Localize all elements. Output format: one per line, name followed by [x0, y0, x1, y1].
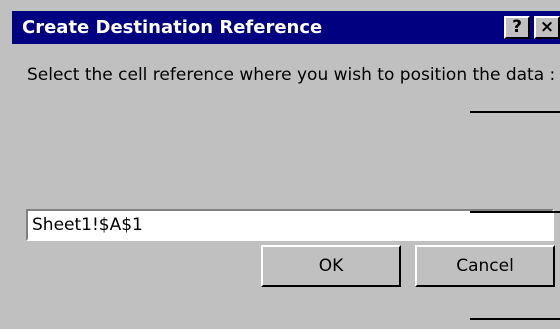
- help-button[interactable]: ?: [504, 16, 530, 39]
- close-button[interactable]: ×: [534, 16, 560, 39]
- dialog-title: Create Destination Reference: [22, 17, 323, 38]
- prompt-text: Select the cell reference where you wish…: [27, 65, 556, 85]
- callout-line-2: [470, 211, 560, 213]
- ok-button[interactable]: OK: [261, 245, 401, 287]
- callout-line-3: [470, 318, 560, 320]
- callout-line-1: [470, 111, 560, 113]
- create-destination-reference-dialog: Create Destination Reference ? × Select …: [0, 0, 560, 329]
- title-bar: Create Destination Reference ? ×: [12, 11, 560, 44]
- cancel-button[interactable]: Cancel: [415, 245, 555, 287]
- cell-reference-input[interactable]: [26, 209, 554, 241]
